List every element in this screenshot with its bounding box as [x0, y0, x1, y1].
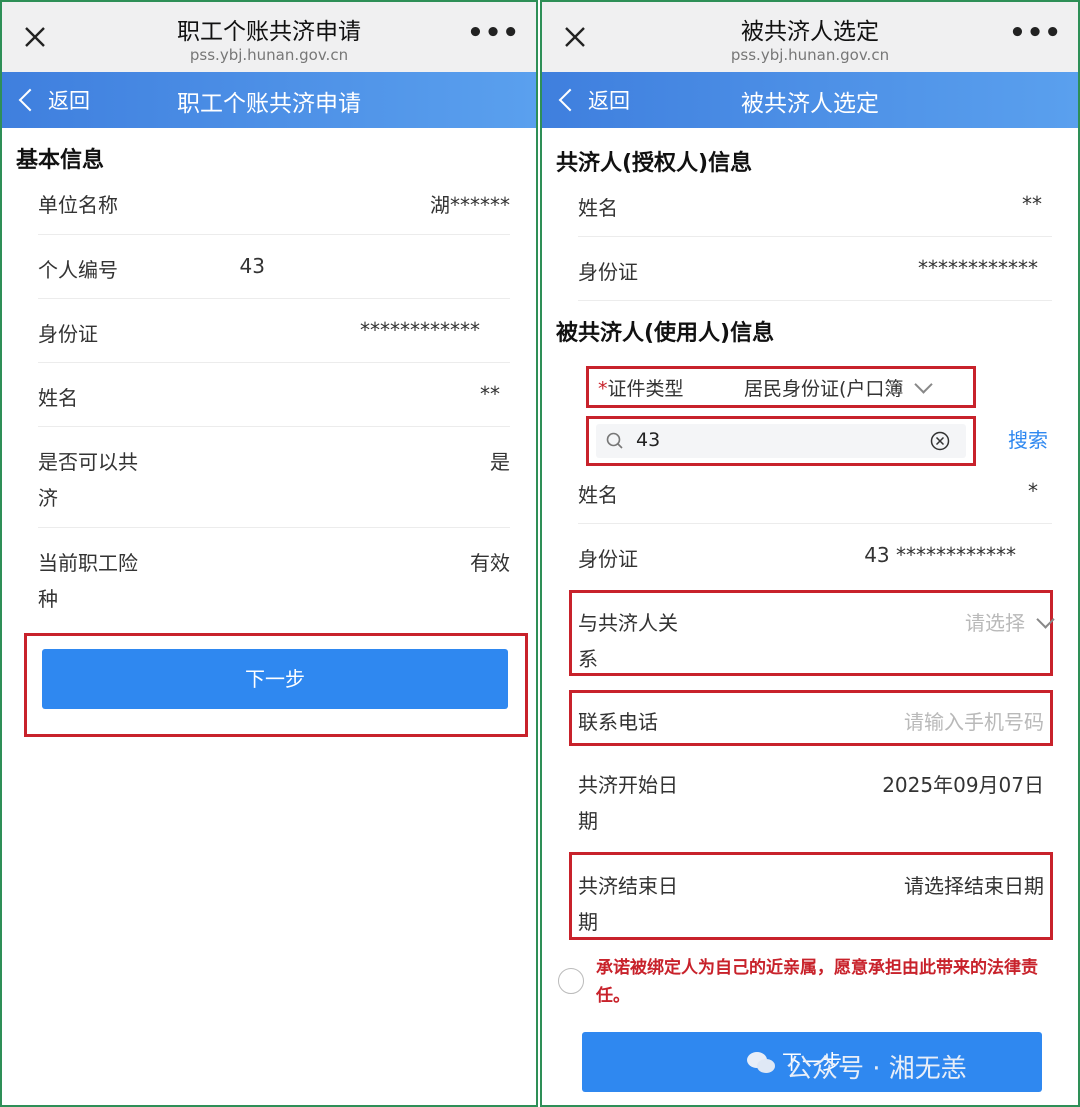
- nav-bar: 返回 被共济人选定: [542, 72, 1078, 128]
- browser-url: pss.ybj.hunan.gov.cn: [189, 46, 349, 64]
- phone-placeholder: 请输入手机号码: [904, 710, 1044, 734]
- section-title-authorizer: 共济人(授权人)信息: [556, 151, 753, 176]
- id-type-label: *证件类型: [598, 374, 684, 401]
- required-mark: *: [598, 378, 608, 400]
- relation-select[interactable]: 与共济人关 系 请选择: [578, 607, 1055, 671]
- row-value: 是: [490, 450, 510, 474]
- id-type-select[interactable]: 居民身份证(户口簿: [744, 374, 934, 401]
- row-value: ************: [918, 256, 1038, 280]
- chevron-down-icon: [1036, 610, 1055, 629]
- page-title: 职工个账共济申请: [177, 91, 361, 117]
- row-label: 个人编号: [38, 258, 118, 282]
- row-label: 身份证: [578, 260, 638, 284]
- row-value: 湖******: [430, 193, 510, 217]
- row-value: **: [480, 382, 500, 406]
- end-date-label: 共济结束日: [578, 874, 678, 898]
- page-title: 被共济人选定: [741, 91, 879, 117]
- row-value: **: [1022, 192, 1042, 216]
- browser-title: 被共济人选定: [741, 19, 879, 45]
- phone-label: 联系电话: [578, 710, 658, 734]
- divider: [578, 300, 1052, 301]
- row-label: 单位名称: [38, 193, 118, 217]
- clear-icon[interactable]: [930, 431, 950, 451]
- section-title-basic-info: 基本信息: [16, 148, 105, 173]
- row-label-cont: 济: [38, 486, 58, 510]
- wechat-icon: [747, 1052, 775, 1073]
- row-can-share: 是否可以共 济 是: [38, 446, 510, 518]
- relation-label: 与共济人关: [578, 611, 678, 635]
- browser-title: 职工个账共济申请: [177, 19, 361, 45]
- row-label: 当前职工险: [38, 551, 138, 575]
- divider: [578, 523, 1052, 524]
- search-icon: [606, 432, 623, 449]
- row-label: 姓名: [578, 196, 618, 220]
- end-date-label-cont: 期: [578, 910, 598, 934]
- watermark: 公众号 · 湘无恙: [747, 1048, 967, 1085]
- divider: [38, 362, 510, 363]
- id-type-label-text: 证件类型: [607, 378, 684, 400]
- next-button[interactable]: 下一步: [42, 649, 508, 709]
- browser-topbar: 职工个账共济申请 pss.ybj.hunan.gov.cn •••: [2, 2, 536, 72]
- section-title-beneficiary: 被共济人(使用人)信息: [556, 321, 775, 346]
- divider: [578, 236, 1052, 237]
- row-label: 身份证: [578, 547, 638, 571]
- more-icon[interactable]: •••: [1009, 18, 1062, 48]
- relation-label-cont: 系: [578, 647, 598, 671]
- chevron-down-icon: [914, 375, 934, 394]
- row-value: ************: [360, 318, 480, 342]
- divider: [38, 234, 510, 235]
- browser-topbar: 被共济人选定 pss.ybj.hunan.gov.cn •••: [542, 2, 1078, 72]
- row-label: 身份证: [38, 322, 98, 346]
- id-type-value: 居民身份证(户口簿: [744, 378, 904, 400]
- search-button[interactable]: 搜索: [1008, 424, 1048, 453]
- id-search-input[interactable]: 43: [596, 424, 966, 458]
- start-date-label: 共济开始日: [578, 773, 678, 797]
- nav-bar: 返回 职工个账共济申请: [2, 72, 536, 128]
- divider: [38, 426, 510, 427]
- agreement-radio[interactable]: [558, 968, 584, 994]
- divider: [38, 298, 510, 299]
- right-phone-screen: 被共济人选定 pss.ybj.hunan.gov.cn ••• 返回 被共济人选…: [540, 0, 1080, 1107]
- row-label: 是否可以共: [38, 450, 138, 474]
- row-value: 有效: [470, 551, 510, 575]
- row-value: 43: [239, 254, 265, 278]
- search-value: 43: [636, 429, 661, 451]
- row-value: 43 ************: [864, 543, 1016, 567]
- row-label: 姓名: [578, 483, 618, 507]
- start-date-value: 2025年09月07日: [882, 773, 1044, 797]
- end-date-field[interactable]: 共济结束日 期 请选择结束日期: [578, 870, 1052, 934]
- agreement-text: 承诺被绑定人为自己的近亲属，愿意承担由此带来的法律责任。: [596, 958, 1038, 1006]
- relation-placeholder: 请选择: [965, 607, 1055, 636]
- start-date-field[interactable]: 共济开始日 期 2025年09月07日: [578, 769, 1052, 833]
- start-date-label-cont: 期: [578, 809, 598, 833]
- more-icon[interactable]: •••: [467, 18, 520, 48]
- divider: [38, 527, 510, 528]
- row-label-cont: 种: [38, 587, 58, 611]
- row-value: *: [1028, 479, 1038, 503]
- row-label: 姓名: [38, 386, 78, 410]
- end-date-value: 请选择结束日期: [904, 874, 1044, 898]
- browser-url: pss.ybj.hunan.gov.cn: [730, 46, 890, 64]
- left-phone-screen: 职工个账共济申请 pss.ybj.hunan.gov.cn ••• 返回 职工个…: [0, 0, 538, 1107]
- row-insurance-type: 当前职工险 种 有效: [38, 547, 510, 619]
